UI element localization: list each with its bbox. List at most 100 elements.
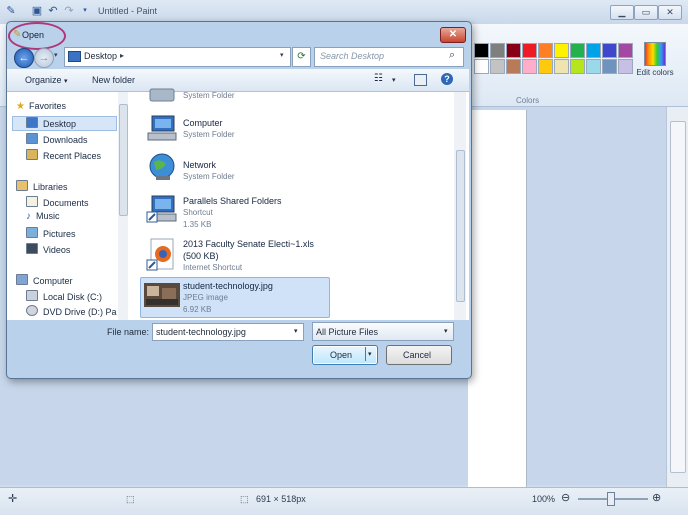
- color-swatch[interactable]: [570, 43, 585, 58]
- color-swatch[interactable]: [618, 43, 633, 58]
- preview-pane-icon[interactable]: [414, 74, 427, 86]
- refresh-button[interactable]: ⟳: [292, 47, 311, 67]
- recent-locations-dropdown-icon[interactable]: ▾: [54, 51, 58, 59]
- music-icon: ♪: [26, 211, 31, 222]
- forward-button[interactable]: →: [34, 48, 54, 68]
- paint-app-icon[interactable]: ✎: [4, 4, 18, 18]
- nav-dvd-drive[interactable]: DVD Drive (D:) Pa: [26, 305, 117, 317]
- file-name-label: File name:: [107, 327, 150, 337]
- zoom-out-icon[interactable]: ⊖: [561, 491, 570, 504]
- cancel-button-label[interactable]: Cancel: [403, 350, 431, 360]
- documents-icon: [26, 196, 38, 207]
- help-icon[interactable]: ?: [441, 73, 453, 85]
- hard-drive-icon: [26, 290, 38, 301]
- libraries-icon: [16, 180, 28, 191]
- address-dropdown-icon[interactable]: ▾: [280, 51, 284, 59]
- file-list-scrollbar[interactable]: [454, 92, 466, 320]
- quick-access-dropdown-icon[interactable]: ▾: [78, 4, 92, 18]
- nav-dvd-drive-label: DVD Drive (D:) Pa: [43, 307, 117, 317]
- minimize-button[interactable]: ▁: [610, 5, 634, 20]
- nav-pictures[interactable]: Pictures: [26, 227, 76, 239]
- color-swatch[interactable]: [506, 59, 521, 74]
- paint-close-button[interactable]: ✕: [658, 5, 682, 20]
- new-folder-button[interactable]: New folder: [92, 75, 135, 85]
- nav-pane-scrollbar[interactable]: [118, 92, 128, 320]
- nav-computer[interactable]: Computer: [16, 274, 73, 286]
- edit-colors-label: Edit colors: [636, 68, 674, 77]
- address-text[interactable]: Desktop: [84, 51, 117, 61]
- back-button[interactable]: ←: [14, 48, 34, 68]
- color-swatch[interactable]: [490, 43, 505, 58]
- color-swatch[interactable]: [474, 59, 489, 74]
- shortcut-computer-icon: [146, 194, 178, 224]
- file-name-value[interactable]: student-technology.jpg: [156, 327, 246, 337]
- color-swatch[interactable]: [586, 43, 601, 58]
- file-type-value[interactable]: All Picture Files: [316, 327, 378, 337]
- firefox-shortcut-icon: [146, 238, 178, 272]
- file-name-selected[interactable]: student-technology.jpg: [183, 281, 273, 291]
- file-type: System Folder: [183, 130, 235, 139]
- color-swatch[interactable]: [490, 59, 505, 74]
- file-type-dropdown-icon[interactable]: ▾: [444, 327, 448, 335]
- network-globe-icon: [146, 152, 178, 182]
- nav-local-disk[interactable]: Local Disk (C:): [26, 290, 102, 302]
- nav-documents[interactable]: Documents: [26, 196, 89, 208]
- maximize-button[interactable]: ▭: [634, 5, 658, 20]
- nav-favorites[interactable]: ★ Favorites: [16, 101, 66, 112]
- chevron-right-icon[interactable]: ▸: [120, 51, 124, 60]
- search-icon[interactable]: ⌕: [449, 49, 455, 62]
- nav-videos[interactable]: Videos: [26, 243, 70, 255]
- nav-recent-places-label: Recent Places: [43, 151, 102, 161]
- edit-colors-button[interactable]: Edit colors: [632, 40, 678, 98]
- color-swatch[interactable]: [554, 43, 569, 58]
- view-options-icon[interactable]: ☷: [374, 73, 383, 84]
- nav-downloads[interactable]: Downloads: [26, 133, 88, 145]
- color-swatch[interactable]: [538, 43, 553, 58]
- image-size-icon: ⬚: [240, 494, 249, 504]
- file-name[interactable]: 2013 Faculty Senate Electi~1.xls: [183, 239, 314, 249]
- file-name-dropdown-icon[interactable]: ▾: [294, 327, 298, 335]
- color-swatch[interactable]: [602, 43, 617, 58]
- file-name[interactable]: Computer: [183, 118, 223, 128]
- color-swatch[interactable]: [554, 59, 569, 74]
- dialog-close-button[interactable]: ✕: [440, 27, 466, 43]
- color-swatch[interactable]: [602, 59, 617, 74]
- zoom-in-icon[interactable]: ⊕: [652, 491, 661, 504]
- open-button-label[interactable]: Open: [330, 350, 352, 360]
- nav-desktop[interactable]: Desktop: [26, 117, 76, 129]
- edit-colors-icon: [644, 42, 666, 66]
- nav-music[interactable]: ♪ Music: [26, 211, 60, 222]
- color-swatch[interactable]: [618, 59, 633, 74]
- undo-icon[interactable]: ↶: [46, 4, 60, 18]
- color-swatch[interactable]: [522, 43, 537, 58]
- color-swatch[interactable]: [538, 59, 553, 74]
- file-type: Shortcut: [183, 208, 213, 217]
- nav-libraries[interactable]: Libraries: [16, 180, 68, 192]
- videos-icon: [26, 243, 38, 254]
- redo-icon[interactable]: ↷: [62, 4, 76, 18]
- dvd-icon: [26, 305, 38, 316]
- save-icon[interactable]: ▣: [30, 4, 44, 18]
- color-swatch[interactable]: [522, 59, 537, 74]
- desktop-folder-icon: [68, 51, 81, 62]
- folder-icon: [146, 85, 178, 103]
- organize-button[interactable]: Organize ▾: [25, 75, 68, 85]
- color-swatch[interactable]: [570, 59, 585, 74]
- drawing-canvas[interactable]: [468, 110, 527, 488]
- canvas-vertical-scrollbar[interactable]: [666, 107, 688, 487]
- zoom-slider-thumb[interactable]: [607, 492, 615, 506]
- color-swatch[interactable]: [474, 43, 489, 58]
- file-name[interactable]: Parallels Shared Folders: [183, 196, 282, 206]
- pictures-icon: [26, 227, 38, 238]
- image-thumbnail-icon: [144, 283, 180, 307]
- nav-music-label: Music: [36, 211, 60, 221]
- zoom-level: 100%: [532, 494, 556, 504]
- organize-label: Organize: [25, 75, 62, 85]
- view-dropdown-icon[interactable]: ▾: [392, 76, 396, 84]
- nav-recent-places[interactable]: Recent Places: [26, 149, 101, 161]
- open-options-dropdown-icon[interactable]: ▾: [368, 350, 372, 358]
- file-name[interactable]: Network: [183, 160, 216, 170]
- computer-icon: [16, 274, 28, 285]
- color-swatch[interactable]: [506, 43, 521, 58]
- color-swatch[interactable]: [586, 59, 601, 74]
